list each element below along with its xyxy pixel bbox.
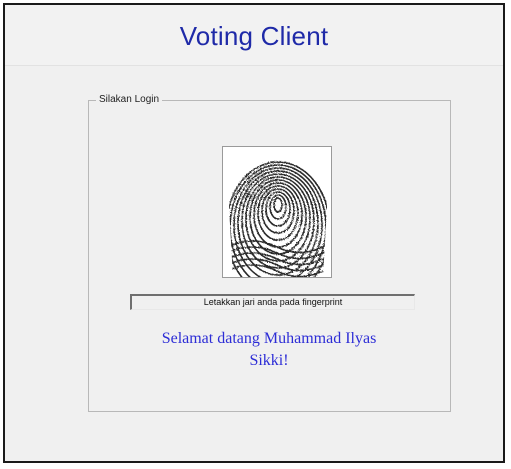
voting-client-window: Voting Client Silakan Login Letakkan jar…: [3, 3, 505, 463]
fingerprint-icon: [223, 147, 331, 277]
welcome-message: Selamat datang Muhammad Ilyas Sikki!: [109, 328, 429, 372]
welcome-line-2: Sikki!: [249, 352, 289, 369]
welcome-line-1: Selamat datang Muhammad Ilyas: [161, 330, 377, 347]
login-group-legend: Silakan Login: [96, 94, 163, 106]
fingerprint-image: [222, 146, 332, 278]
status-field: Letakkan jari anda pada fingerprint: [130, 294, 415, 310]
login-groupbox: Silakan Login Letakkan jari anda pada fi…: [88, 94, 451, 412]
header-panel: Voting Client: [5, 5, 503, 66]
window-title: Voting Client: [179, 21, 329, 51]
